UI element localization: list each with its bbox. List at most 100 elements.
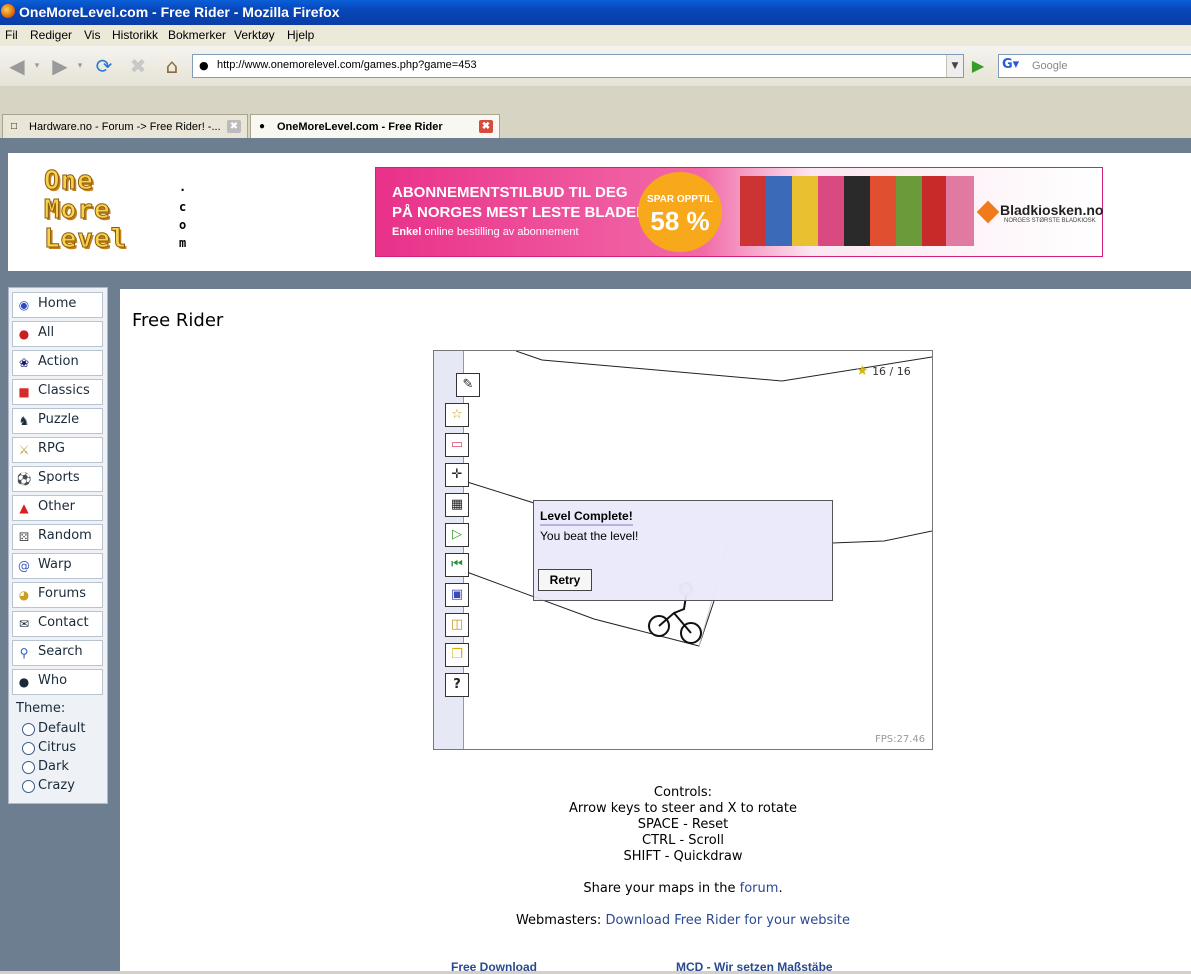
google-icon[interactable]: G▾ <box>1002 57 1020 73</box>
sidebar-item-who[interactable]: ● Who <box>12 669 103 695</box>
eraser-icon[interactable]: ▭ <box>445 433 469 457</box>
layers-icon[interactable]: ❐ <box>445 643 469 667</box>
controls-text: Controls: Arrow keys to steer and X to r… <box>480 785 886 865</box>
theme-label: Theme: <box>16 701 66 716</box>
radio-circle[interactable] <box>22 761 35 774</box>
tab-label: Hardware.no - Forum -> Free Rider! -... <box>29 121 221 133</box>
tab-hardware-forum[interactable]: □ Hardware.no - Forum -> Free Rider! -..… <box>2 114 248 139</box>
magazine-covers <box>740 176 974 246</box>
ad-headline-1: ABONNEMENTSTILBUD TIL DEG <box>392 184 628 201</box>
ad-headline-2: PÅ NORGES MEST LESTE BLADER <box>392 204 648 221</box>
menu-vis[interactable]: Vis <box>84 28 100 42</box>
menu-bokmerker[interactable]: Bokmerker <box>168 28 226 42</box>
play-icon[interactable]: ▷ <box>445 523 469 547</box>
share-suffix: . <box>778 881 783 896</box>
ad-brand-sub: NORGES STØRSTE BLADKIOSK <box>1004 218 1096 224</box>
sidebar-item-label: All <box>38 325 55 340</box>
menu-verktoy[interactable]: Verktøy <box>234 28 275 42</box>
sidebar-item-contact[interactable]: ✉ Contact <box>12 611 103 637</box>
radio-label: Dark <box>38 759 69 774</box>
download-free-rider-link[interactable]: Download Free Rider for your website <box>605 913 850 928</box>
editor-toolbar: ✎ ☆ ▭ ✛ ▦ ▷ ⏮ ▣ ◫ ❐ ? <box>434 351 480 749</box>
logo-com-dot: . <box>179 180 187 194</box>
radio-circle[interactable] <box>22 780 35 793</box>
tab-close-icon[interactable]: ✖ <box>479 120 493 133</box>
sidebar-item-all[interactable]: ● All <box>12 321 103 347</box>
address-bar[interactable]: ● http://www.onemorelevel.com/games.php?… <box>192 54 964 78</box>
level-complete-dialog: Level Complete! You beat the level! Retr… <box>533 500 833 601</box>
sidebar-item-label: Random <box>38 528 92 543</box>
tab-close-icon[interactable]: ✖ <box>227 120 241 133</box>
pacman-icon: ◕ <box>18 588 30 602</box>
folder-icon[interactable]: ◫ <box>445 613 469 637</box>
site-favicon-icon: ● <box>199 59 209 72</box>
logo-com-o: o <box>179 218 187 232</box>
sidebar-item-label: Action <box>38 354 79 369</box>
search-box[interactable]: G▾ Google <box>998 54 1191 78</box>
sidebar-item-classics[interactable]: ■ Classics <box>12 379 103 405</box>
sidebar-item-warp[interactable]: @ Warp <box>12 553 103 579</box>
ad-banner[interactable]: ABONNEMENTSTILBUD TIL DEG PÅ NORGES MEST… <box>375 167 1103 257</box>
game-canvas[interactable]: ✎ ☆ ▭ ✛ ▦ ▷ ⏮ ▣ ◫ ❐ ? ★ 16 / 16 FPS:27.4… <box>433 350 933 750</box>
sidebar-item-home[interactable]: ◉ Home <box>12 292 103 318</box>
forward-arrow-icon[interactable]: ▶ <box>46 54 74 78</box>
sidebar-item-action[interactable]: ❀ Action <box>12 350 103 376</box>
trash-icon[interactable]: ▦ <box>445 493 469 517</box>
controls-line: Arrow keys to steer and X to rotate <box>569 801 797 816</box>
menu-historikk[interactable]: Historikk <box>112 28 158 42</box>
address-url[interactable]: http://www.onemorelevel.com/games.php?ga… <box>217 59 477 71</box>
sidebar-item-label: Classics <box>38 383 90 398</box>
move-icon[interactable]: ✛ <box>445 463 469 487</box>
controls-line: CTRL - Scroll <box>642 833 724 848</box>
envelope-icon: ✉ <box>18 617 30 631</box>
free-download-link[interactable]: Free Download <box>451 960 537 974</box>
star-tool-icon[interactable]: ☆ <box>445 403 469 427</box>
help-icon[interactable]: ? <box>445 673 469 697</box>
sidebar-item-search[interactable]: ⚲ Search <box>12 640 103 666</box>
page-icon: □ <box>11 121 18 132</box>
go-button[interactable]: ▶ <box>967 56 989 76</box>
forum-link[interactable]: forum <box>740 881 779 896</box>
tab-free-rider[interactable]: ● OneMoreLevel.com - Free Rider ✖ <box>250 114 500 139</box>
ad-tagline-rest: online bestilling av abonnement <box>421 226 579 238</box>
search-placeholder[interactable]: Google <box>1032 60 1067 72</box>
back-history-chevron-icon[interactable]: ▾ <box>32 54 42 78</box>
url-dropdown-icon[interactable]: ▼ <box>946 55 963 77</box>
menu-fil[interactable]: Fil <box>5 28 18 42</box>
menu-bar: Fil Rediger Vis Historikk Bokmerker Verk… <box>0 25 1191 46</box>
save-icon[interactable]: ▣ <box>445 583 469 607</box>
dialog-title: Level Complete! <box>540 509 633 526</box>
sidebar-item-random[interactable]: ⚄ Random <box>12 524 103 550</box>
site-logo[interactable]: One More Level . c o m <box>43 166 204 261</box>
reload-icon[interactable]: ⟳ <box>92 54 116 78</box>
logo-line-one: One <box>44 166 94 197</box>
pencil-icon[interactable]: ✎ <box>456 373 480 397</box>
sidebar-item-puzzle[interactable]: ♞ Puzzle <box>12 408 103 434</box>
ad-brand: Bladkiosken.no <box>1000 202 1104 218</box>
menu-rediger[interactable]: Rediger <box>30 28 72 42</box>
sidebar-item-forums[interactable]: ◕ Forums <box>12 582 103 608</box>
back-arrow-icon[interactable]: ◀ <box>2 54 32 78</box>
retry-button[interactable]: Retry <box>538 569 592 591</box>
magnifier-icon: ⚲ <box>19 646 29 660</box>
forward-history-chevron-icon[interactable]: ▾ <box>75 54 85 78</box>
stop-icon[interactable]: ✖ <box>126 54 150 78</box>
ad-tagline-bold: Enkel <box>392 226 422 238</box>
sidebar-item-rpg[interactable]: ⚔ RPG <box>12 437 103 463</box>
page-title: Free Rider <box>132 310 224 331</box>
radio-circle[interactable] <box>22 723 35 736</box>
ad-tagline: Enkel online bestilling av abonnement <box>392 226 579 238</box>
home-icon[interactable]: ⌂ <box>160 54 184 78</box>
sidebar-item-other[interactable]: ▲ Other <box>12 495 103 521</box>
logo-line-more: More <box>44 195 111 226</box>
sidebar-item-sports[interactable]: ⚽ Sports <box>12 466 103 492</box>
mcd-ad-link[interactable]: MCD - Wir setzen Maßstäbe <box>676 960 833 974</box>
site-favicon-icon: ● <box>259 121 266 132</box>
menu-hjelp[interactable]: Hjelp <box>287 28 314 42</box>
radio-circle[interactable] <box>22 742 35 755</box>
logo-com-m: m <box>179 236 187 250</box>
star-count: 16 / 16 <box>872 365 911 378</box>
restart-icon[interactable]: ⏮ <box>445 553 469 577</box>
sidebar-item-label: Other <box>38 499 75 514</box>
controls-line: SPACE - Reset <box>637 817 729 832</box>
